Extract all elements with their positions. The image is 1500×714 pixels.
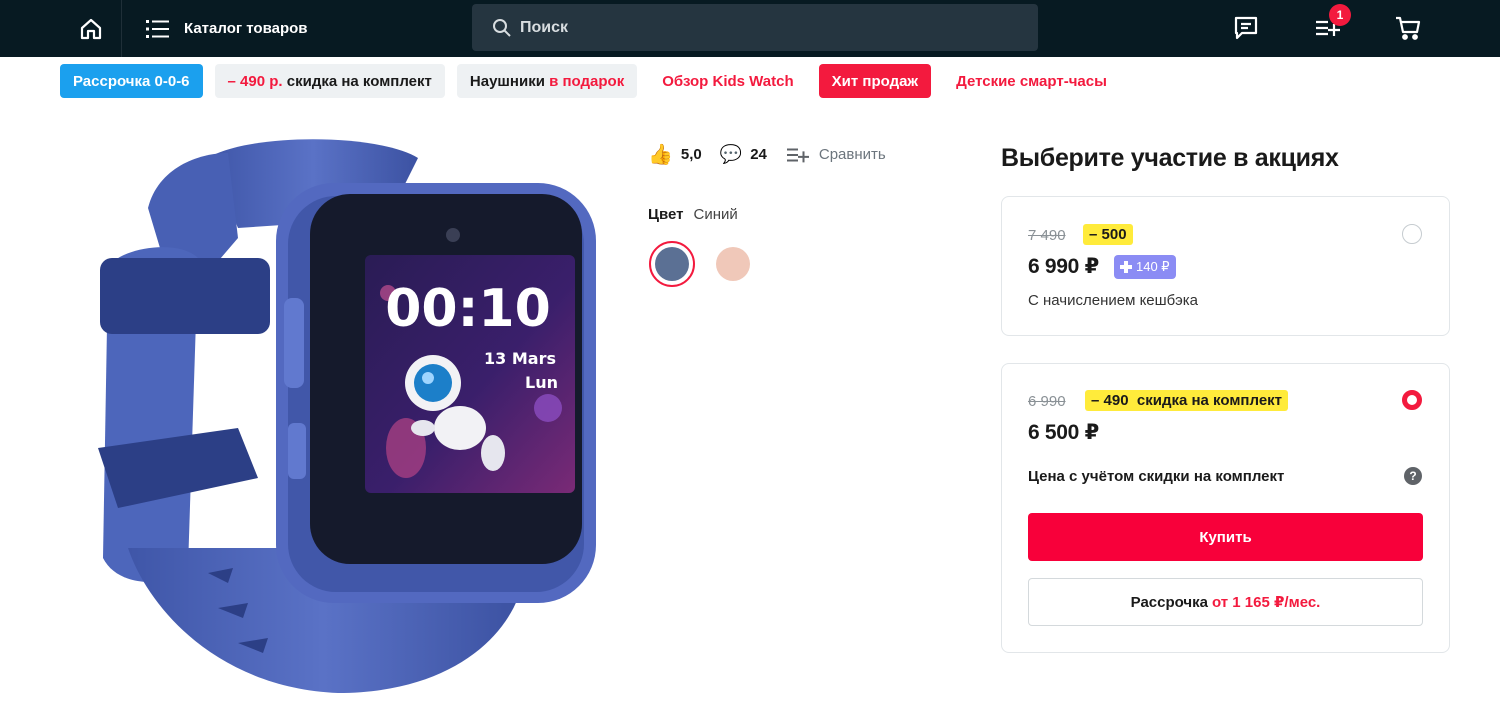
compare-icon [786, 147, 809, 162]
menu-list-icon [146, 19, 169, 38]
color-row: Цвет Синий [648, 206, 738, 223]
color-swatch-pink[interactable] [710, 241, 756, 287]
swatch-dot [655, 247, 689, 281]
rating-value: 5,0 [680, 146, 702, 163]
installment-label: Рассрочка [1130, 593, 1208, 611]
chip-label: Рассрочка 0-0-6 [73, 72, 190, 90]
reviews-link[interactable]: 💬 24 [720, 144, 767, 165]
catalog-button[interactable]: Каталог товаров [146, 0, 308, 57]
cashback-value: 140 ₽ [1136, 259, 1170, 274]
chip-label: скидка на комплект [282, 72, 432, 90]
speech-bubble-icon: 💬 [719, 144, 743, 164]
home-button[interactable] [60, 0, 122, 57]
home-icon [80, 18, 101, 39]
promo-option-cashback[interactable]: 7 490 – 500 6 990 ₽ 140 ₽ С начислением … [1001, 196, 1450, 336]
price: 6 500 ₽ [1028, 421, 1099, 444]
discount-tag: – 490 скидка на комплект [1085, 390, 1289, 411]
promo-chips: Рассрочка 0-0-6 – 490 р. скидка на компл… [60, 64, 1120, 98]
chip-kit-discount[interactable]: – 490 р. скидка на комплект [214, 64, 445, 98]
catalog-label: Каталог товаров [184, 20, 308, 37]
chip-bestseller[interactable]: Хит продаж [818, 64, 932, 98]
chip-kids-watch-review[interactable]: Обзор Kids Watch [649, 64, 806, 98]
top-navigation-bar: Каталог товаров 1 [0, 0, 1500, 57]
color-value: Синий [693, 206, 738, 223]
compare-label: Сравнить [818, 146, 886, 163]
search-icon [493, 18, 511, 37]
radio-kit[interactable] [1402, 390, 1422, 410]
color-label: Цвет [648, 206, 684, 223]
reviews-count: 24 [750, 146, 767, 163]
rating[interactable]: 👍 5,0 [648, 142, 702, 167]
chip-headphones-gift[interactable]: Наушники в подарок [456, 64, 638, 98]
cart-button[interactable] [1394, 14, 1422, 42]
cart-icon [1396, 16, 1421, 40]
search-input[interactable] [520, 18, 1000, 37]
chip-kids-smartwatches[interactable]: Детские смарт-часы [943, 64, 1120, 98]
compare-link[interactable]: Сравнить [785, 144, 886, 166]
help-icon[interactable]: ? [1404, 467, 1422, 485]
cashback-badge: 140 ₽ [1114, 255, 1176, 279]
chip-installment[interactable]: Рассрочка 0-0-6 [60, 64, 203, 98]
discount-tag: – 500 [1083, 224, 1133, 245]
promo-panel-title: Выберите участие в акциях [1001, 144, 1339, 172]
chip-label: Обзор Kids Watch [662, 72, 794, 90]
swatch-dot [716, 247, 750, 281]
color-swatch-blue[interactable] [649, 241, 695, 287]
watch-day: Lun [525, 373, 558, 392]
price: 6 990 ₽ [1028, 255, 1099, 278]
chat-icon [1234, 16, 1258, 40]
installment-value: от 1 165 ₽/мес. [1211, 594, 1321, 611]
thumbs-up-icon: 👍 [648, 144, 673, 166]
watch-date: 13 Mars [484, 349, 556, 368]
chip-prefix: – 490 р. [227, 72, 283, 90]
old-price: 7 490 [1028, 227, 1066, 244]
kit-note: Цена с учётом скидки на комплект [1028, 468, 1285, 485]
chip-label: Хит продаж [831, 72, 919, 90]
smartwatch-illustration: 00:10 13 Mars Lun [98, 139, 596, 693]
search-bar[interactable] [472, 4, 1038, 51]
chip-suffix: в подарок [544, 72, 625, 90]
cashback-plus-icon [1120, 261, 1132, 273]
buy-button[interactable]: Купить [1028, 513, 1423, 561]
radio-cashback[interactable] [1402, 224, 1422, 244]
chip-label: Детские смарт-часы [956, 72, 1107, 90]
old-price: 6 990 [1028, 393, 1066, 410]
chat-button[interactable] [1232, 14, 1260, 42]
chip-label: Наушники [469, 72, 545, 90]
cashback-note: С начислением кешбэка [1028, 292, 1198, 309]
watch-time: 00:10 [385, 279, 551, 339]
product-image[interactable]: 00:10 13 Mars Lun [88, 128, 604, 700]
compare-count-badge: 1 [1329, 4, 1351, 26]
installment-button[interactable]: Рассрочка от 1 165 ₽/мес. [1028, 578, 1423, 626]
product-meta: 👍 5,0 💬 24 Сравнить [648, 142, 886, 167]
promo-option-kit[interactable]: 6 990 – 490 скидка на комплект 6 500 ₽ Ц… [1001, 363, 1450, 653]
